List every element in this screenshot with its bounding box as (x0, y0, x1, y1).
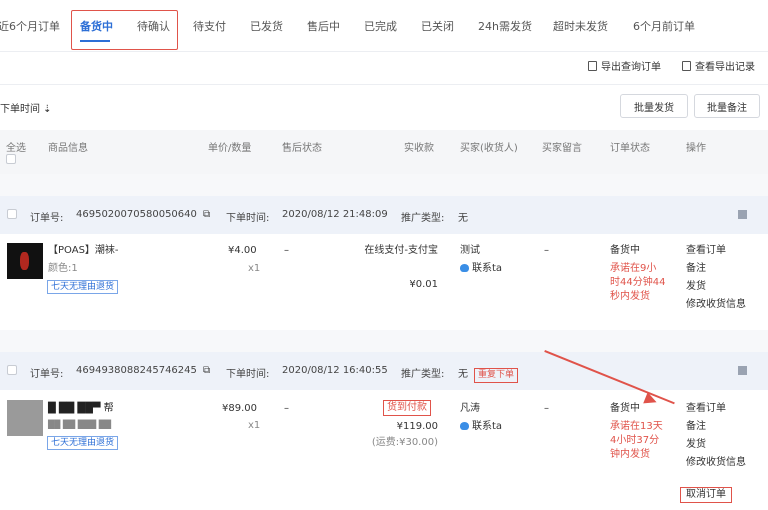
order-time-label: 下单时间: (226, 369, 270, 380)
batch-ship-button[interactable]: 批量发货 (620, 94, 688, 118)
product-name[interactable]: 【POAS】潮袜- (48, 244, 119, 258)
order-header: 订单号: 4694938088245746245 ⧉ 下单时间: 2020/08… (0, 352, 768, 390)
buyer-name: 凡涛 (460, 403, 480, 414)
col-price-qty: 单价/数量 (208, 143, 252, 154)
note-link[interactable]: 备注 (686, 262, 706, 276)
quantity: x1 (248, 263, 261, 274)
sort-arrow-icon: ⇣ (40, 104, 52, 115)
tab-older-6-months[interactable]: 6个月前订单 (633, 18, 695, 34)
tab-recent-6-months[interactable]: 近6个月订单 (0, 18, 60, 34)
buyer-message: – (544, 245, 549, 256)
select-all-checkbox[interactable] (6, 154, 16, 164)
edit-address-link[interactable]: 修改收货信息 (686, 298, 746, 312)
tab-closed[interactable]: 已关闭 (421, 18, 454, 34)
paid-amount: ¥0.01 (409, 279, 438, 290)
promo-value: 无重复下单 (458, 365, 519, 383)
view-export-link[interactable]: 查看导出记录 (682, 58, 755, 73)
view-export-label: 查看导出记录 (695, 62, 755, 73)
shipping-fee: (运费:¥30.00) (371, 437, 438, 448)
order-no: 4695020070580050640 (76, 209, 197, 220)
tab-completed[interactable]: 已完成 (364, 18, 397, 34)
cancel-order-link[interactable]: 取消订单 (680, 487, 732, 503)
order-time: 2020/08/12 16:40:55 (282, 365, 388, 376)
contact-buyer-link[interactable]: 联系ta (460, 262, 502, 276)
sort-by-time[interactable]: 下单时间 ⇣ (0, 100, 52, 115)
return-policy-badge: 七天无理由退货 (47, 280, 119, 294)
chat-icon (460, 264, 469, 272)
highlight-box-tabs (71, 10, 178, 50)
promo-label: 推广类型: (401, 369, 445, 380)
col-after-sale: 售后状态 (282, 143, 322, 154)
after-sale-status: – (284, 403, 289, 414)
note-link[interactable]: 备注 (686, 420, 706, 434)
contact-label: 联系ta (472, 263, 503, 274)
order-status: 备货中 (610, 403, 640, 414)
order-header: 订单号: 4695020070580050640 ⧉ 下单时间: 2020/08… (0, 196, 768, 234)
edit-address-link[interactable]: 修改收货信息 (686, 456, 746, 470)
product-thumbnail[interactable] (7, 400, 43, 436)
col-product: 商品信息 (48, 143, 88, 154)
tab-pending-payment[interactable]: 待支付 (193, 18, 226, 34)
buyer-name: 测试 (460, 245, 480, 256)
col-order-status: 订单状态 (610, 143, 650, 154)
ship-link[interactable]: 发货 (686, 438, 706, 452)
export-query-link[interactable]: 导出查询订单 (588, 58, 661, 73)
order-time-label: 下单时间: (226, 213, 270, 224)
paid-amount: ¥119.00 (396, 421, 438, 432)
order-no: 4694938088245746245 (76, 365, 197, 376)
ship-deadline: 承诺在13天4小时37分钟内发货 (610, 421, 663, 460)
col-actions: 操作 (686, 143, 706, 154)
tab-overdue[interactable]: 超时未发货 (553, 18, 608, 34)
document-icon (682, 60, 691, 71)
order-time: 2020/08/12 21:48:09 (282, 209, 388, 220)
view-order-link[interactable]: 查看订单 (686, 244, 726, 258)
repeat-order-tag: 重复下单 (474, 368, 519, 383)
table-header: 全选 商品信息 单价/数量 售后状态 实收款 买家(收货人) 买家留言 订单状态… (0, 130, 768, 174)
export-icon (588, 60, 597, 71)
export-query-label: 导出查询订单 (601, 62, 661, 73)
tab-after-sale[interactable]: 售后中 (307, 18, 340, 34)
ship-deadline: 承诺在9小时44分钟44秒内发货 (610, 263, 666, 302)
sort-label: 下单时间 (0, 104, 40, 115)
order-status: 备货中 (610, 245, 640, 256)
col-paid: 实收款 (404, 143, 434, 154)
order-checkbox[interactable] (7, 365, 17, 375)
buyer-message: – (544, 403, 549, 414)
tab-24h-ship[interactable]: 24h需发货 (478, 18, 532, 34)
payment-method: 在线支付-支付宝 (364, 245, 438, 256)
promo-value: 无 (458, 213, 468, 224)
tab-shipped[interactable]: 已发货 (250, 18, 283, 34)
unit-price: ¥89.00 (222, 403, 257, 414)
copy-icon[interactable]: ⧉ (203, 209, 210, 220)
spacer (0, 330, 768, 352)
copy-icon[interactable]: ⧉ (203, 365, 210, 376)
contact-label: 联系ta (472, 421, 503, 432)
order-no-label: 订单号: (30, 213, 64, 224)
flag-icon[interactable] (738, 366, 747, 375)
payment-method-cod: 货到付款 (383, 400, 431, 416)
order-no-label: 订单号: (30, 369, 64, 380)
unit-price: ¥4.00 (228, 245, 257, 256)
product-thumbnail[interactable] (7, 243, 43, 279)
product-spec: 颜色:1 (48, 263, 78, 274)
col-buyer-msg: 买家留言 (542, 143, 582, 154)
product-spec: ██ ██ ███ ██ (48, 420, 111, 429)
ship-link[interactable]: 发货 (686, 280, 706, 294)
chat-icon (460, 422, 469, 430)
product-name[interactable]: █ ██ ██▀ 帮 (48, 402, 114, 416)
promo-text: 无 (458, 369, 468, 380)
after-sale-status: – (284, 245, 289, 256)
order-checkbox[interactable] (7, 209, 17, 219)
quantity: x1 (248, 420, 261, 431)
flag-icon[interactable] (738, 210, 747, 219)
view-order-link[interactable]: 查看订单 (686, 402, 726, 416)
return-policy-badge: 七天无理由退货 (47, 436, 119, 450)
spacer (0, 174, 768, 196)
col-buyer: 买家(收货人) (460, 143, 518, 154)
promo-label: 推广类型: (401, 213, 445, 224)
divider (0, 84, 768, 85)
contact-buyer-link[interactable]: 联系ta (460, 420, 502, 434)
batch-note-button[interactable]: 批量备注 (694, 94, 760, 118)
